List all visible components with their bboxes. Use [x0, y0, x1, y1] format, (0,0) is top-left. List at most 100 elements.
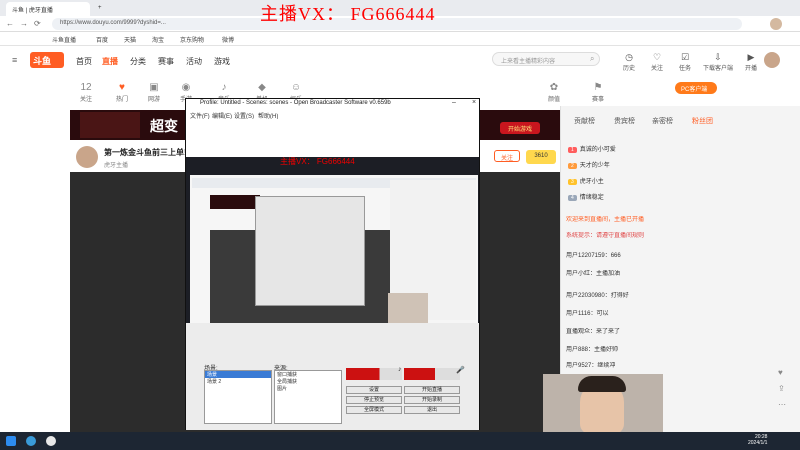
nav-activity[interactable]: 活动 — [186, 56, 202, 67]
gift-icon[interactable]: ♥ — [778, 368, 783, 377]
start-game-button[interactable]: 开始游戏 — [500, 122, 540, 134]
audio-meter-desktop — [346, 368, 402, 380]
speaker-icon[interactable]: ♪ — [398, 366, 402, 373]
tab-intimacy[interactable]: 亲密榜 — [652, 116, 673, 126]
bookmark-item[interactable]: 斗鱼直播 — [52, 35, 76, 44]
obs-exit-button[interactable]: 退出 — [404, 406, 460, 414]
clock-icon: ◷ — [625, 52, 633, 62]
source-item[interactable]: 全局捕获 — [275, 378, 341, 385]
obs-record-button[interactable]: 开始录制 — [404, 396, 460, 404]
download-button[interactable]: ⇩ 下载客户端 — [700, 52, 736, 72]
profile-avatar[interactable] — [770, 18, 782, 30]
anchor-avatar[interactable] — [76, 146, 98, 168]
camera-icon: ▶ — [747, 52, 755, 62]
category-beauty[interactable]: ✿ 颜值 — [540, 82, 568, 103]
sources-list[interactable]: 窗口捕获 全局捕获 图片 — [274, 370, 342, 424]
taskbar — [0, 432, 800, 450]
forward-icon[interactable]: → — [20, 19, 28, 28]
chat-message: 用户888：主播好帅 — [566, 347, 619, 353]
category-events[interactable]: ⚑ 赛事 — [584, 82, 612, 103]
chat-message: 用户小红：主播加油 — [566, 271, 621, 277]
captured-camera — [388, 293, 428, 323]
share-icon[interactable]: ⇪ — [778, 384, 785, 393]
site-logo[interactable]: 斗鱼 — [30, 52, 64, 68]
rank-row[interactable]: 3 虎牙小主 — [568, 176, 604, 190]
tab-vip[interactable]: 贵宾榜 — [614, 116, 635, 126]
task-button[interactable]: ☑ 任务 — [672, 52, 698, 72]
scene-item[interactable]: 场景 2 — [205, 378, 271, 385]
category-follow[interactable]: 12 关注 — [72, 82, 100, 103]
source-item[interactable]: 窗口捕获 — [275, 371, 341, 378]
broadcast-button[interactable]: ▶ 开播 — [738, 52, 764, 72]
rank-row[interactable]: 2 天才的少年 — [568, 160, 610, 174]
bookmarks-bar — [0, 32, 800, 46]
bookmark-item[interactable]: 天猫 — [124, 35, 136, 44]
pc-client-button[interactable]: PC客户端 — [675, 82, 717, 94]
scenes-list[interactable]: 场景 场景 2 — [204, 370, 272, 424]
captured-banner — [210, 195, 260, 209]
rank-row[interactable]: 4 情绪稳定 — [568, 192, 604, 206]
minimize-icon[interactable]: – — [452, 99, 456, 106]
bookmark-item[interactable]: 微博 — [222, 35, 234, 44]
bookmark-item[interactable]: 京东购物 — [180, 35, 204, 44]
chat-message: 用户1116：可以 — [566, 311, 609, 317]
system-clock: 20:28 2024/1/1 — [748, 434, 768, 446]
chat-message: 直播观众：来了来了 — [566, 329, 621, 335]
follow-count: 3610 — [526, 150, 556, 164]
microphone-icon[interactable]: 🎤 — [456, 366, 465, 374]
captured-watermark: 主播VX： FG666444 — [280, 157, 355, 166]
rank-row[interactable]: 1 真诚的小可爱 — [568, 144, 616, 158]
bookmark-item[interactable]: 百度 — [96, 35, 108, 44]
chat-message: 欢迎来到直播间，主播已开播 — [566, 217, 645, 223]
more-icon[interactable]: ⋯ — [778, 400, 786, 409]
search-icon[interactable]: ⌕ — [590, 54, 594, 64]
nav-category[interactable]: 分类 — [130, 56, 146, 67]
back-icon[interactable]: ← — [6, 19, 14, 28]
follow-button[interactable]: 关注 — [494, 150, 520, 162]
task-icon: ☑ — [680, 52, 690, 62]
tab-contribution[interactable]: 贡献榜 — [574, 116, 595, 126]
nav-events[interactable]: 赛事 — [158, 56, 174, 67]
bookmark-item[interactable]: 淘宝 — [152, 35, 164, 44]
nav-games[interactable]: 游戏 — [214, 56, 230, 67]
obs-settings-button[interactable]: 设置 — [346, 386, 402, 394]
edge-icon[interactable] — [26, 436, 36, 446]
new-tab-button[interactable]: + — [92, 2, 106, 16]
streamer-hair — [578, 376, 626, 392]
history-button[interactable]: ◷ 历史 — [616, 52, 642, 72]
tab-fans[interactable]: 粉丝团 — [692, 116, 713, 126]
obs-start-stream-button[interactable]: 开始直播 — [404, 386, 460, 394]
heart-icon: ♡ — [652, 52, 662, 62]
obs-title-bar: Profile: Untitled - Scenes: scenes - Ope… — [186, 99, 479, 109]
obs-fullscreen-button[interactable]: 全屏模式 — [346, 406, 402, 414]
refresh-icon[interactable]: ⟳ — [34, 19, 41, 28]
follow-button[interactable]: ♡ 关注 — [644, 52, 670, 72]
scene-item[interactable]: 场景 — [205, 371, 271, 378]
banner-title: 超变 — [150, 118, 178, 134]
download-icon: ⇩ — [714, 52, 722, 62]
close-icon[interactable]: × — [472, 99, 476, 106]
windows-start-icon[interactable] — [6, 436, 16, 446]
chat-message: 用户9527：继续冲 — [566, 363, 616, 369]
banner-art — [80, 112, 140, 138]
category-hot[interactable]: ♥ 热门 — [108, 82, 136, 103]
category-online[interactable]: ▣ 网游 — [140, 82, 168, 103]
obs-preview-top — [186, 119, 479, 157]
source-item[interactable]: 图片 — [275, 385, 341, 392]
captured-obs — [255, 196, 365, 306]
menu-icon[interactable]: ≡ — [12, 55, 17, 65]
chat-message: 系统提示：请遵守直播间规则 — [566, 233, 645, 239]
search-input[interactable]: 上来看主播精彩内容 — [492, 52, 600, 66]
watermark-text: 主播VX： FG666444 — [260, 4, 436, 24]
chat-message: 用户22030980：打得好 — [566, 293, 629, 299]
obs-stop-preview-button[interactable]: 停止预览 — [346, 396, 402, 404]
anchor-name[interactable]: 虎牙主播 — [104, 160, 128, 169]
nav-live[interactable]: 直播 — [102, 56, 118, 67]
audio-meter-mic — [404, 368, 460, 380]
obs-taskbar-icon[interactable] — [46, 436, 56, 446]
nav-home[interactable]: 首页 — [76, 56, 92, 67]
browser-tab[interactable]: 斗鱼 | 虎牙直播 — [6, 2, 90, 16]
user-avatar[interactable] — [764, 52, 780, 68]
chat-message: 用户12207159：666 — [566, 253, 621, 259]
room-title: 第一炼金斗鱼前三上单! — [104, 148, 187, 157]
